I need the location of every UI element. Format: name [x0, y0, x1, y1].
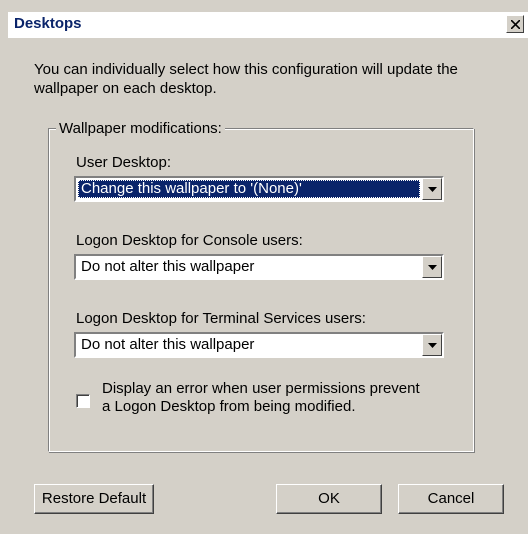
- desktops-dialog: Desktops You can individually select how…: [0, 0, 528, 534]
- user-desktop-label: User Desktop:: [76, 154, 172, 171]
- ok-button[interactable]: OK: [276, 484, 382, 514]
- chevron-down-icon: [428, 187, 437, 192]
- user-desktop-dropdown-button[interactable]: [422, 178, 442, 200]
- wallpaper-modifications-group: Wallpaper modifications: User Desktop: C…: [48, 120, 474, 458]
- terminal-desktop-value: Do not alter this wallpaper: [81, 336, 255, 353]
- user-desktop-value: Change this wallpaper to '(None)': [78, 180, 420, 198]
- error-checkbox[interactable]: [76, 394, 90, 408]
- error-checkbox-label: Display an error when user permissions p…: [102, 380, 420, 415]
- intro-text: You can individually select how this con…: [34, 61, 458, 97]
- close-icon: [511, 20, 520, 29]
- restore-default-button[interactable]: Restore Default: [34, 484, 154, 514]
- window-title: Desktops: [14, 15, 82, 32]
- group-legend: Wallpaper modifications:: [56, 120, 225, 137]
- dialog-body: You can individually select how this con…: [14, 38, 518, 526]
- console-desktop-label: Logon Desktop for Console users:: [76, 232, 303, 249]
- terminal-desktop-label: Logon Desktop for Terminal Services user…: [76, 310, 366, 327]
- console-desktop-select[interactable]: Do not alter this wallpaper: [74, 254, 444, 280]
- user-desktop-select[interactable]: Change this wallpaper to '(None)': [74, 176, 444, 202]
- cancel-button[interactable]: Cancel: [398, 484, 504, 514]
- close-button[interactable]: [506, 15, 524, 33]
- title-bar: Desktops: [8, 12, 528, 38]
- chevron-down-icon: [428, 343, 437, 348]
- console-desktop-value: Do not alter this wallpaper: [81, 258, 255, 275]
- terminal-desktop-dropdown-button[interactable]: [422, 334, 442, 356]
- terminal-desktop-select[interactable]: Do not alter this wallpaper: [74, 332, 444, 358]
- chevron-down-icon: [428, 265, 437, 270]
- console-desktop-dropdown-button[interactable]: [422, 256, 442, 278]
